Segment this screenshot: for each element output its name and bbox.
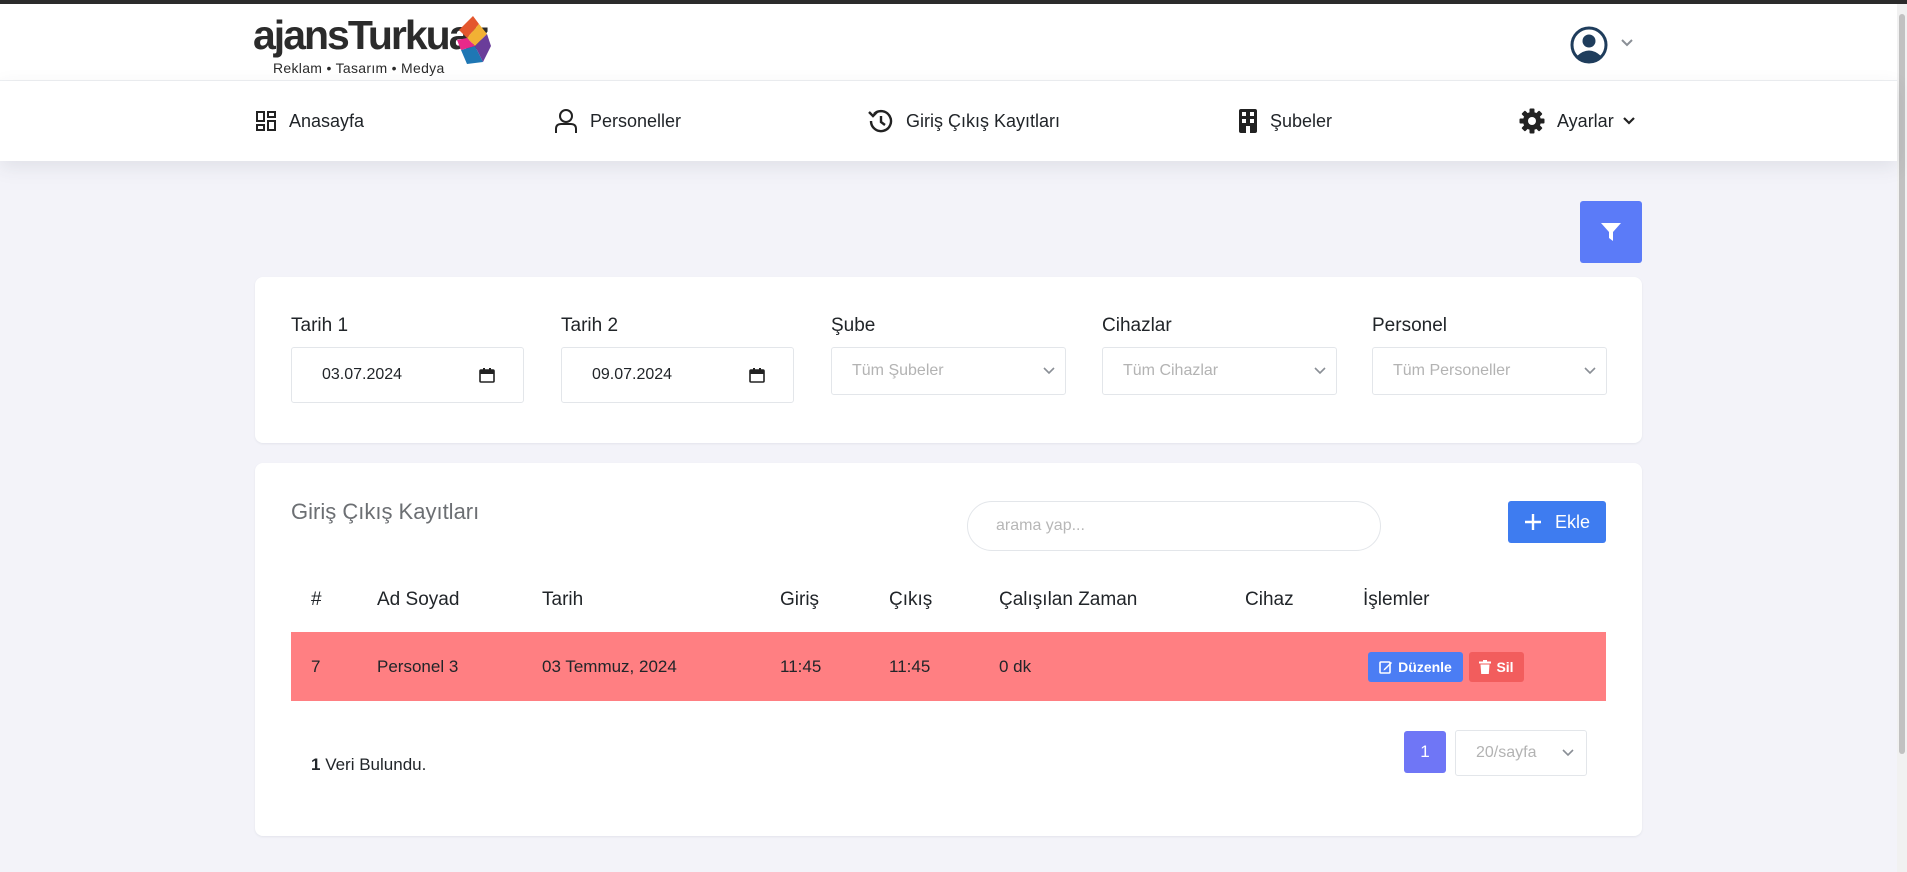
history-icon xyxy=(868,109,893,133)
main-navigation: Anasayfa Personeller Giriş Çıkış Kayıtla… xyxy=(0,81,1897,161)
nav-label-giris-cikis: Giriş Çıkış Kayıtları xyxy=(906,110,1061,131)
column-header-worked: Çalışılan Zaman xyxy=(999,589,1138,610)
vertical-scrollbar[interactable] xyxy=(1897,4,1907,872)
filter-branch: Şube Tüm Şubeler xyxy=(831,315,1066,395)
add-label: Ekle xyxy=(1554,511,1590,532)
branch-label: Şube xyxy=(831,315,876,336)
filter-panel: Tarih 1 03.07.2024 Tarih 2 09.07.2024 Şu… xyxy=(255,277,1642,443)
edit-icon xyxy=(1379,661,1393,674)
date1-value: 03.07.2024 xyxy=(322,366,403,383)
column-header-device: Cihaz xyxy=(1245,589,1294,610)
nav-item-anasayfa[interactable]: Anasayfa xyxy=(255,105,364,137)
devices-select[interactable]: Tüm Cihazlar xyxy=(1102,347,1337,395)
logo-mark-icon xyxy=(457,16,491,64)
top-header: ajansTurkuaz Reklam • Tasarım • Medya xyxy=(0,4,1897,81)
nav-label-subeler: Şubeler xyxy=(1270,110,1333,131)
row-worked: 0 dk xyxy=(999,657,1032,676)
gear-icon xyxy=(1519,108,1545,134)
nav-item-ayarlar[interactable]: Ayarlar xyxy=(1519,105,1636,137)
dashboard-icon xyxy=(256,111,276,131)
date1-label: Tarih 1 xyxy=(291,315,349,336)
devices-value: Tüm Cihazlar xyxy=(1123,362,1219,379)
pagination-page-1[interactable]: 1 xyxy=(1404,731,1446,773)
plus-icon xyxy=(1524,514,1541,530)
chevron-down-icon xyxy=(1621,39,1633,47)
building-icon xyxy=(1239,109,1257,133)
branch-select[interactable]: Tüm Şubeler xyxy=(831,347,1066,395)
row-name: Personel 3 xyxy=(377,657,459,676)
date2-label: Tarih 2 xyxy=(561,315,619,336)
calendar-icon[interactable] xyxy=(749,367,765,383)
avatar-icon xyxy=(1570,26,1608,64)
personnel-value: Tüm Personeller xyxy=(1393,362,1511,379)
chevron-down-icon xyxy=(1314,367,1326,375)
nav-label-anasayfa: Anasayfa xyxy=(289,110,365,131)
filter-date1: Tarih 1 03.07.2024 xyxy=(291,315,526,403)
page-size-value: 20/sayfa xyxy=(1476,744,1537,761)
trash-icon xyxy=(1479,660,1492,674)
add-record-button[interactable]: Ekle xyxy=(1508,501,1606,543)
delete-label: Sil xyxy=(1496,659,1514,675)
logo-tagline: Reklam • Tasarım • Medya xyxy=(273,60,445,76)
nav-label-personeller: Personeller xyxy=(590,110,682,131)
date2-value: 09.07.2024 xyxy=(592,366,673,383)
search-input[interactable]: arama yap... xyxy=(967,501,1381,551)
personnel-select[interactable]: Tüm Personeller xyxy=(1372,347,1607,395)
column-header-name: Ad Soyad xyxy=(377,589,460,610)
filter-toggle-button[interactable] xyxy=(1580,201,1642,263)
column-header-out: Çıkış xyxy=(889,589,933,610)
user-menu[interactable] xyxy=(1570,26,1640,66)
nav-item-subeler[interactable]: Şubeler xyxy=(1238,105,1332,137)
column-header-no: # xyxy=(311,589,322,610)
column-header-date: Tarih xyxy=(542,589,584,610)
filter-date2: Tarih 2 09.07.2024 xyxy=(561,315,796,403)
personnel-label: Personel xyxy=(1372,315,1447,336)
scrollbar-thumb[interactable] xyxy=(1899,14,1905,754)
column-header-actions: İşlemler xyxy=(1363,589,1430,610)
chevron-down-icon xyxy=(1622,117,1635,125)
brand-logo[interactable]: ajansTurkuaz Reklam • Tasarım • Medya xyxy=(253,12,493,78)
search-placeholder: arama yap... xyxy=(996,517,1085,534)
results-count-text: Veri Bulundu. xyxy=(320,755,427,774)
edit-button[interactable]: Düzenle xyxy=(1368,652,1463,682)
results-count: 1 Veri Bulundu. xyxy=(311,755,426,775)
row-id: 7 xyxy=(311,657,321,676)
chevron-down-icon xyxy=(1562,749,1574,757)
branch-value: Tüm Şubeler xyxy=(852,362,944,379)
page-size-select[interactable]: 20/sayfa xyxy=(1455,730,1587,776)
chevron-down-icon xyxy=(1043,367,1055,375)
row-in: 11:45 xyxy=(780,657,822,676)
filter-devices: Cihazlar Tüm Cihazlar xyxy=(1102,315,1337,395)
filter-personnel: Personel Tüm Personeller xyxy=(1372,315,1607,395)
row-out: 11:45 xyxy=(889,657,931,676)
nav-item-giris-cikis[interactable]: Giriş Çıkış Kayıtları xyxy=(866,105,1060,137)
devices-label: Cihazlar xyxy=(1102,315,1172,336)
filter-icon xyxy=(1601,223,1621,241)
user-icon xyxy=(555,109,577,133)
delete-button[interactable]: Sil xyxy=(1469,652,1524,682)
table-row[interactable]: 7 Personel 3 03 Temmuz, 2024 11:45 11:45… xyxy=(291,632,1606,701)
date1-input[interactable]: 03.07.2024 xyxy=(291,347,524,403)
records-panel: Giriş Çıkış Kayıtları arama yap... Ekle … xyxy=(255,463,1642,836)
calendar-icon[interactable] xyxy=(479,367,495,383)
edit-label: Düzenle xyxy=(1398,659,1452,675)
row-date: 03 Temmuz, 2024 xyxy=(542,657,677,676)
nav-label-ayarlar: Ayarlar xyxy=(1557,110,1614,131)
column-header-in: Giriş xyxy=(780,589,820,610)
date2-input[interactable]: 09.07.2024 xyxy=(561,347,794,403)
records-title: Giriş Çıkış Kayıtları xyxy=(291,499,480,524)
nav-item-personeller[interactable]: Personeller xyxy=(554,105,681,137)
chevron-down-icon xyxy=(1584,367,1596,375)
